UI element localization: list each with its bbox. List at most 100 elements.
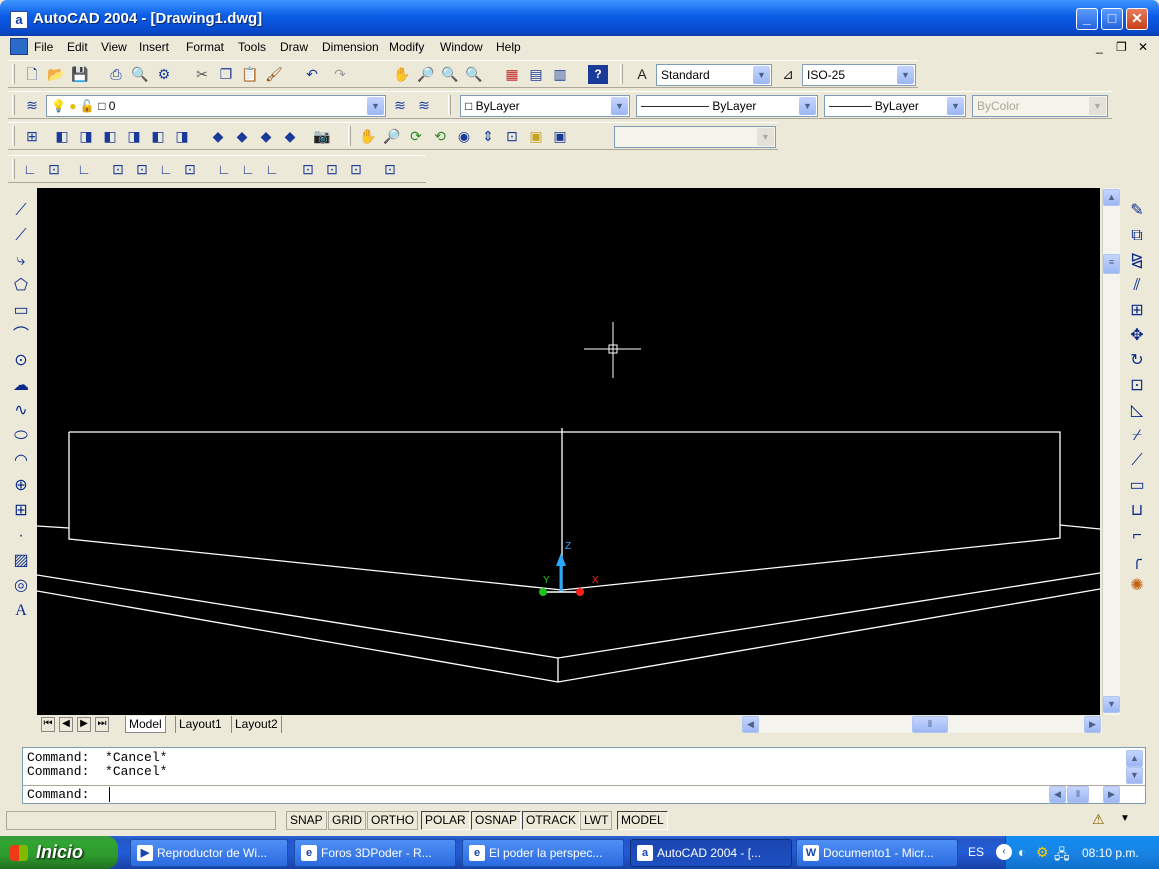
hscroll-thumb[interactable]: ⦀ (912, 716, 948, 733)
lineweight-dropdown[interactable]: ───── ByLayer ▼ (824, 95, 966, 117)
insert-block-icon[interactable]: ⊕ (10, 475, 32, 497)
3d-clip-icon[interactable]: ⊡ (502, 127, 522, 146)
plot-preview-icon[interactable]: 🔍 (130, 65, 150, 84)
3d-orbit-icon[interactable]: ⟳ (406, 127, 426, 146)
scroll-right-button[interactable]: ▶ (1084, 716, 1101, 733)
sw-isometric-icon[interactable]: ◆ (208, 127, 228, 146)
menu-tools[interactable]: Tools (238, 40, 266, 54)
menu-draw[interactable]: Draw (280, 40, 308, 54)
task-autocad[interactable]: a AutoCAD 2004 - [... (630, 839, 792, 867)
linetype-dropdown[interactable]: ──────── ByLayer ▼ (636, 95, 818, 117)
drawing-canvas[interactable]: Z Y X (37, 188, 1100, 715)
doc-minimize-button[interactable]: _ (1096, 40, 1103, 54)
task-word-documento1[interactable]: W Documento1 - Micr... (796, 839, 958, 867)
3d-pan-icon[interactable]: ✋ (358, 127, 378, 146)
prev-tab-icon[interactable]: ◀ (59, 717, 73, 732)
break-icon[interactable]: ⊔ (1126, 500, 1148, 522)
task-el-poder[interactable]: e El poder la perspec... (462, 839, 624, 867)
lock-icon[interactable]: 🔓 (80, 99, 95, 113)
zoom-window-icon[interactable]: 🔍 (440, 65, 460, 84)
undo-icon[interactable]: ↶ (302, 65, 322, 84)
rotate-icon[interactable]: ↻ (1126, 350, 1148, 372)
ortho-toggle[interactable]: ORTHO (367, 811, 419, 830)
menu-window[interactable]: Window (440, 40, 483, 54)
rectangle-icon[interactable]: ▭ (10, 300, 32, 322)
scroll-down-button[interactable]: ▼ (1103, 696, 1120, 713)
first-tab-icon[interactable]: ⏮ (41, 717, 55, 732)
world-ucs-icon[interactable]: ⊡ (108, 160, 128, 179)
close-button[interactable]: ✕ (1126, 8, 1148, 30)
properties-icon[interactable]: ▦ (502, 65, 522, 84)
line-icon[interactable]: ⟋ (10, 200, 32, 222)
ellipse-arc-icon[interactable]: ◠ (10, 450, 32, 472)
dim-style-dropdown[interactable]: ISO-25 ▼ (802, 64, 916, 86)
document-icon[interactable] (10, 38, 28, 55)
new-icon[interactable]: 🗋 (22, 65, 42, 84)
grid-toggle[interactable]: GRID (328, 811, 366, 830)
trim-icon[interactable]: ⌿ (1126, 425, 1148, 447)
menu-dimension[interactable]: Dimension (322, 40, 379, 54)
layer-previous-icon[interactable]: ≋ (414, 96, 434, 115)
horizontal-scrollbar[interactable]: ◀ ⦀ ▶ (742, 716, 1102, 733)
doc-close-button[interactable]: ✕ (1138, 40, 1148, 54)
y-axis-rotate-ucs-icon[interactable]: ⊡ (322, 160, 342, 179)
lightbulb-icon[interactable]: 💡 (51, 99, 66, 113)
3d-swivel-icon[interactable]: ◉ (454, 127, 474, 146)
cmd-scroll-down-button[interactable]: ▼ (1126, 767, 1143, 784)
doc-restore-button[interactable]: ❐ (1116, 40, 1127, 54)
scroll-left-button[interactable]: ◀ (742, 716, 759, 733)
toolbar-grip[interactable] (12, 126, 15, 146)
chamfer-icon[interactable]: ⌐ (1126, 525, 1148, 547)
fillet-icon[interactable]: ╭ (1126, 550, 1148, 572)
polygon-icon[interactable]: ⬠ (10, 275, 32, 297)
command-window[interactable]: Command: *Cancel* Command: *Cancel* Comm… (22, 747, 1146, 804)
toolbar-grip[interactable] (12, 159, 15, 179)
offset-icon[interactable]: ⫽ (1126, 275, 1148, 297)
ne-isometric-icon[interactable]: ◆ (256, 127, 276, 146)
menu-insert[interactable]: Insert (139, 40, 169, 54)
last-tab-icon[interactable]: ⏭ (95, 717, 109, 732)
se-isometric-icon[interactable]: ◆ (232, 127, 252, 146)
3d-zoom-icon[interactable]: 🔎 (382, 127, 402, 146)
menu-help[interactable]: Help (496, 40, 521, 54)
clock[interactable]: 08:10 p.m. (1082, 846, 1139, 860)
status-menu-arrow-icon[interactable]: ▼ (1120, 813, 1130, 824)
scale-icon[interactable]: ⊡ (1126, 375, 1148, 397)
menu-edit[interactable]: Edit (67, 40, 88, 54)
tray-app-icon[interactable]: ◐ (1018, 844, 1026, 860)
network-icon[interactable]: 🖧 (1054, 844, 1070, 868)
cmd-scroll-left-button[interactable]: ◀ (1049, 786, 1066, 803)
circle-icon[interactable]: ⊙ (10, 350, 32, 372)
communication-center-icon[interactable]: ⚠ (1092, 811, 1105, 828)
face-ucs-icon[interactable]: ∟ (156, 160, 176, 179)
extend-icon[interactable]: ⟋ (1126, 450, 1148, 472)
region-icon[interactable]: ◎ (10, 575, 32, 597)
design-center-icon[interactable]: ▤ (526, 65, 546, 84)
menu-file[interactable]: File (34, 40, 53, 54)
lwt-toggle[interactable]: LWT (580, 811, 613, 830)
snap-toggle[interactable]: SNAP (286, 811, 327, 830)
multiline-text-icon[interactable]: A (10, 600, 32, 622)
toolbar-grip[interactable] (12, 64, 15, 84)
tab-layout1[interactable]: Layout1 (175, 716, 225, 733)
sun-icon[interactable]: ● (69, 99, 76, 113)
minimize-button[interactable]: _ (1076, 8, 1098, 30)
match-properties-icon[interactable]: 🖌 (264, 65, 284, 84)
print-icon[interactable]: ⎙ (106, 65, 126, 84)
copy-icon[interactable]: ❐ (216, 65, 236, 84)
back-view-icon[interactable]: ◨ (172, 127, 192, 146)
cmd-hscroll-thumb[interactable]: ⦀ (1067, 786, 1089, 803)
vertical-scrollbar[interactable]: ▲ ≡ ▼ (1102, 188, 1120, 715)
cut-icon[interactable]: ✂ (192, 65, 212, 84)
toolbar-grip[interactable] (448, 95, 451, 115)
z-axis-rotate-ucs-icon[interactable]: ⊡ (346, 160, 366, 179)
text-style-icon[interactable]: A (632, 65, 652, 84)
language-indicator[interactable]: ES (968, 845, 984, 859)
tab-model[interactable]: Model (125, 716, 166, 733)
menu-modify[interactable]: Modify (389, 40, 424, 54)
otrack-toggle[interactable]: OTRACK (522, 811, 581, 830)
make-object-layer-current-icon[interactable]: ≋ (390, 96, 410, 115)
explode-icon[interactable]: ✺ (1126, 575, 1148, 597)
apply-ucs-icon[interactable]: ⊡ (380, 160, 400, 179)
osnap-toggle[interactable]: OSNAP (471, 811, 522, 830)
